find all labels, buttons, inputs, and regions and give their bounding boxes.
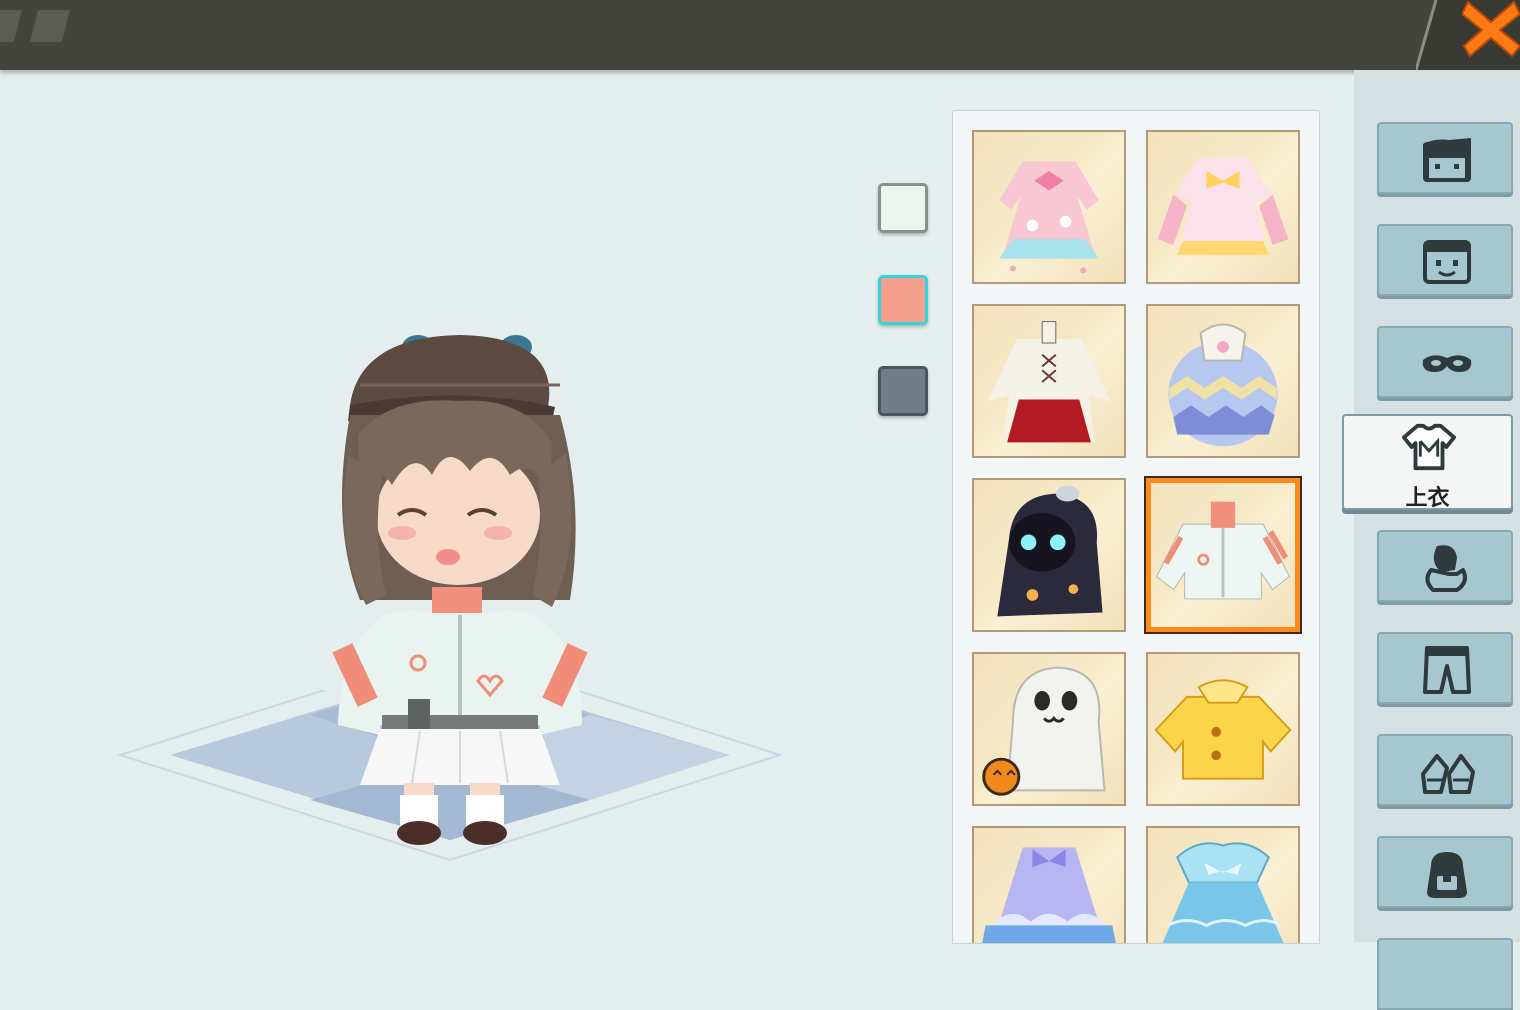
item-white-ghost-costume[interactable]	[972, 652, 1126, 806]
top-bar	[0, 0, 1520, 70]
mask-icon	[1422, 355, 1472, 372]
item-white-hoodie-jacket[interactable]	[1146, 478, 1300, 632]
item-purple-ruffle-dress[interactable]	[972, 826, 1126, 943]
shoes-icon	[1421, 754, 1475, 794]
color-swatch-coral[interactable]	[878, 275, 928, 325]
item-pink-bow-dress[interactable]	[1146, 130, 1300, 284]
close-button[interactable]	[1460, 0, 1520, 58]
close-icon	[1460, 0, 1520, 58]
backpack-icon	[1427, 852, 1467, 898]
color-swatch-slate[interactable]	[878, 366, 928, 416]
category-more[interactable]	[1377, 938, 1513, 1010]
avatar-character[interactable]	[320, 325, 600, 865]
item-easter-egg-costume[interactable]	[1146, 304, 1300, 458]
shirt-icon	[1402, 423, 1456, 471]
pink-sakura-dress-icon	[999, 161, 1099, 274]
white-red-robe-icon	[987, 321, 1111, 443]
avatar-preview-stage	[0, 70, 950, 942]
category-mask[interactable]	[1377, 326, 1513, 398]
category-gloves[interactable]	[1377, 530, 1513, 602]
category-pants[interactable]	[1377, 632, 1513, 704]
header-decoration	[0, 10, 70, 42]
gloves-icon	[1425, 545, 1467, 592]
category-shirt-label: 上衣	[1405, 486, 1450, 511]
item-white-red-robe[interactable]	[972, 304, 1126, 458]
item-grid-panel[interactable]	[952, 110, 1320, 944]
purple-ruffle-dress-icon	[982, 847, 1116, 943]
white-ghost-costume-icon	[982, 666, 1106, 796]
category-shoes[interactable]	[1377, 734, 1513, 806]
category-shirt[interactable]: 上衣	[1342, 414, 1513, 511]
item-dark-ghost-cloak[interactable]	[972, 478, 1126, 632]
face-icon	[1423, 240, 1471, 284]
category-hair[interactable]	[1377, 122, 1513, 194]
item-blue-frill-dress[interactable]	[1146, 826, 1300, 943]
pink-bow-dress-icon	[1157, 157, 1289, 255]
color-swatch-white[interactable]	[878, 183, 928, 233]
blue-frill-dress-icon	[1162, 842, 1284, 943]
pants-icon	[1423, 646, 1471, 694]
hair-icon	[1423, 138, 1471, 182]
yellow-shirt-icon	[1154, 679, 1292, 780]
item-pink-sakura-dress[interactable]	[972, 130, 1126, 284]
easter-egg-costume-icon	[1168, 323, 1278, 447]
dark-ghost-cloak-icon	[997, 485, 1103, 617]
category-face[interactable]	[1377, 224, 1513, 296]
white-hoodie-jacket-icon	[1156, 501, 1290, 600]
item-yellow-shirt[interactable]	[1146, 652, 1300, 806]
category-backpack[interactable]	[1377, 836, 1513, 908]
